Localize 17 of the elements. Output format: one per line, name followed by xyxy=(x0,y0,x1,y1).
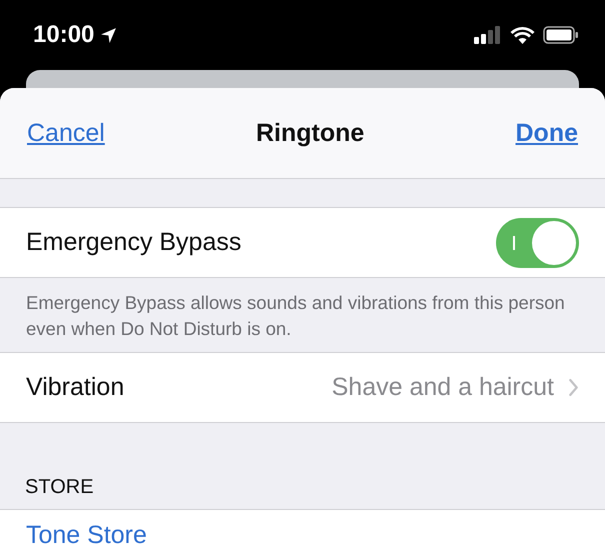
battery-icon xyxy=(543,26,579,44)
status-time: 10:00 xyxy=(33,21,94,49)
footer-text: Emergency Bypass allows sounds and vibrations from this person even when Do Not Disturb is on. xyxy=(26,291,566,341)
section-header: STORE xyxy=(25,476,94,498)
chevron-icon xyxy=(568,378,579,397)
location-arrow-icon xyxy=(100,26,118,44)
row-label: Emergency Bypass xyxy=(26,228,242,257)
row-label: Vibration xyxy=(26,373,124,402)
tone-store-link[interactable]: Tone Store xyxy=(26,521,147,548)
settings-row[interactable]: Vibration Shave and a haircut xyxy=(0,353,605,423)
sheet-title: Ringtone xyxy=(256,118,364,148)
signal-icon xyxy=(474,26,502,44)
wifi-icon xyxy=(510,26,535,44)
done-link[interactable]: Done xyxy=(516,118,578,148)
cancel-link[interactable]: Cancel xyxy=(27,118,105,148)
row-value: Shave and a haircut xyxy=(332,373,554,402)
toggle-switch[interactable] xyxy=(496,218,579,268)
